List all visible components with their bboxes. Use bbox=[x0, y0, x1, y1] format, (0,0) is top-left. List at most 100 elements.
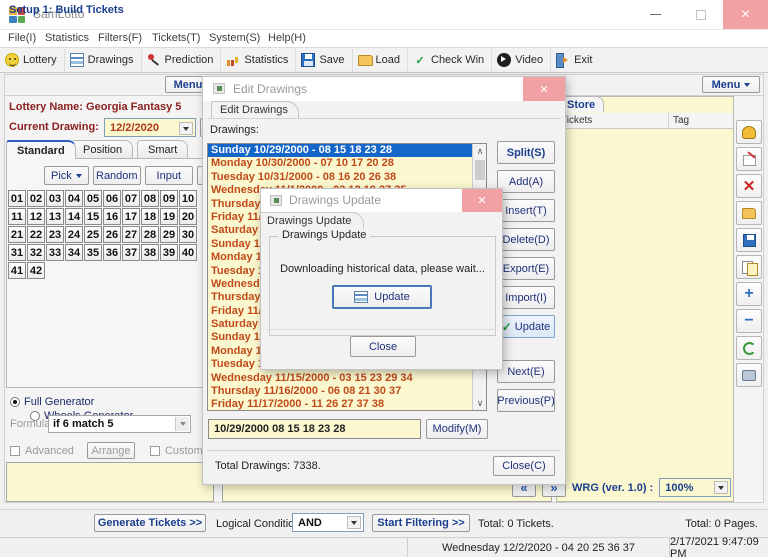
tab-standard[interactable]: Standard bbox=[6, 140, 76, 159]
chevron-down-icon[interactable] bbox=[714, 481, 729, 494]
edit-drawings-close-button[interactable]: × bbox=[523, 77, 565, 101]
custom-wheel-checkbox[interactable] bbox=[149, 445, 160, 456]
add-drawing-button[interactable]: Add(A) bbox=[497, 170, 555, 193]
number-cell-39[interactable]: 39 bbox=[160, 244, 178, 261]
close-window-button[interactable]: × bbox=[723, 0, 768, 29]
maximize-button[interactable] bbox=[678, 0, 723, 29]
drawing-row[interactable]: Tuesday 10/31/2000 - 08 16 20 26 38 bbox=[208, 171, 486, 184]
export-button[interactable]: Export(E) bbox=[497, 257, 555, 280]
refresh-button[interactable] bbox=[736, 336, 762, 360]
number-cell-07[interactable]: 07 bbox=[122, 190, 140, 207]
copy-button[interactable] bbox=[736, 255, 762, 279]
pick-dropdown-button[interactable]: Pick bbox=[44, 166, 89, 185]
number-cell-38[interactable]: 38 bbox=[141, 244, 159, 261]
number-cell-30[interactable]: 30 bbox=[179, 226, 197, 243]
bell-button[interactable] bbox=[736, 120, 762, 144]
print-button[interactable] bbox=[736, 363, 762, 387]
chevron-down-icon[interactable] bbox=[179, 122, 193, 135]
edit-drawings-close-c-button[interactable]: Close(C) bbox=[493, 456, 555, 476]
number-cell-08[interactable]: 08 bbox=[141, 190, 159, 207]
menu-item-system[interactable]: System(S) bbox=[209, 32, 260, 46]
update-button[interactable]: ✓ Update bbox=[497, 315, 555, 338]
start-filtering-button[interactable]: Start Filtering >> bbox=[372, 514, 470, 532]
number-cell-05[interactable]: 05 bbox=[84, 190, 102, 207]
add-button[interactable]: + bbox=[736, 282, 762, 306]
drawing-row[interactable]: Friday 11/17/2000 - 11 26 27 37 38 bbox=[208, 398, 486, 410]
drawing-row[interactable]: Thursday 11/16/2000 - 06 08 21 30 37 bbox=[208, 385, 486, 398]
number-cell-20[interactable]: 20 bbox=[179, 208, 197, 225]
import-button[interactable]: Import(I) bbox=[497, 286, 555, 309]
number-cell-24[interactable]: 24 bbox=[65, 226, 83, 243]
number-cell-19[interactable]: 19 bbox=[160, 208, 178, 225]
number-cell-15[interactable]: 15 bbox=[84, 208, 102, 225]
number-cell-41[interactable]: 41 bbox=[8, 262, 26, 279]
number-cell-31[interactable]: 31 bbox=[8, 244, 26, 261]
number-cell-02[interactable]: 02 bbox=[27, 190, 45, 207]
update-action-button[interactable]: Update bbox=[332, 285, 432, 309]
random-button[interactable]: Random bbox=[92, 166, 141, 185]
number-cell-40[interactable]: 40 bbox=[179, 244, 197, 261]
tab-position[interactable]: Position bbox=[72, 140, 134, 159]
chevron-down-icon[interactable] bbox=[175, 417, 189, 431]
number-cell-32[interactable]: 32 bbox=[27, 244, 45, 261]
current-drawing-select[interactable]: 12/2/2020 bbox=[104, 118, 196, 137]
number-cell-09[interactable]: 09 bbox=[160, 190, 178, 207]
toolbar-statistics-button[interactable]: Statistics bbox=[221, 48, 297, 72]
number-cell-33[interactable]: 33 bbox=[46, 244, 64, 261]
scroll-thumb[interactable] bbox=[475, 160, 485, 180]
input-button[interactable]: Input bbox=[144, 166, 193, 185]
toolbar-save-button[interactable]: Save bbox=[296, 48, 353, 72]
toolbar-load-button[interactable]: Load bbox=[353, 48, 408, 72]
scroll-down-icon[interactable]: ∨ bbox=[473, 396, 486, 410]
drawing-row[interactable]: Sunday 10/29/2000 - 08 15 18 23 28 bbox=[208, 144, 486, 158]
number-cell-01[interactable]: 01 bbox=[8, 190, 26, 207]
number-cell-21[interactable]: 21 bbox=[8, 226, 26, 243]
zoom-select[interactable]: 100% bbox=[659, 478, 732, 497]
advanced-checkbox[interactable] bbox=[10, 445, 20, 456]
number-cell-26[interactable]: 26 bbox=[103, 226, 121, 243]
toolbar-lottery-button[interactable]: Lottery bbox=[0, 48, 65, 72]
number-cell-25[interactable]: 25 bbox=[84, 226, 102, 243]
chevron-down-icon[interactable] bbox=[347, 516, 361, 529]
number-cell-06[interactable]: 06 bbox=[103, 190, 121, 207]
generate-tickets-button[interactable]: Generate Tickets >> bbox=[94, 514, 206, 532]
insert-button[interactable]: Insert(T) bbox=[497, 199, 555, 222]
remove-button[interactable]: − bbox=[736, 309, 762, 333]
toolbar-drawings-button[interactable]: Drawings bbox=[65, 48, 142, 72]
split-button[interactable]: Split(S) bbox=[497, 141, 555, 164]
menu-item-tickets[interactable]: Tickets(T) bbox=[152, 32, 200, 46]
number-cell-18[interactable]: 18 bbox=[141, 208, 159, 225]
number-cell-13[interactable]: 13 bbox=[46, 208, 64, 225]
tickets-menu-button[interactable]: Menu bbox=[702, 76, 760, 93]
drawings-update-close-bottom-button[interactable]: Close bbox=[350, 336, 416, 357]
open-button[interactable] bbox=[736, 201, 762, 225]
tab-smart[interactable]: Smart bbox=[137, 140, 189, 159]
number-cell-03[interactable]: 03 bbox=[46, 190, 64, 207]
number-cell-04[interactable]: 04 bbox=[65, 190, 83, 207]
previous-button[interactable]: Previous(P) bbox=[497, 389, 555, 412]
number-cell-10[interactable]: 10 bbox=[179, 190, 197, 207]
radio-full-generator[interactable]: Full Generator bbox=[10, 396, 94, 408]
number-cell-28[interactable]: 28 bbox=[141, 226, 159, 243]
drawing-edit-input[interactable]: 10/29/2000 08 15 18 23 28 bbox=[208, 419, 421, 439]
drawing-row[interactable]: Wednesday 11/15/2000 - 03 15 23 29 34 bbox=[208, 372, 486, 385]
drawings-update-close-button[interactable]: × bbox=[462, 189, 502, 212]
generator-output-box[interactable] bbox=[6, 462, 214, 502]
arrange-button[interactable]: Arrange bbox=[86, 442, 135, 459]
formula-select[interactable]: if 6 match 5 bbox=[48, 415, 191, 433]
menu-item-filters[interactable]: Filters(F) bbox=[98, 32, 142, 46]
toolbar-video-button[interactable]: Video bbox=[492, 48, 552, 72]
number-cell-23[interactable]: 23 bbox=[46, 226, 64, 243]
toolbar-exit-button[interactable]: Exit bbox=[551, 49, 599, 72]
modify-button[interactable]: Modify(M) bbox=[426, 419, 488, 439]
number-cell-34[interactable]: 34 bbox=[65, 244, 83, 261]
menu-item-statistics[interactable]: Statistics bbox=[45, 32, 89, 46]
toolbar-prediction-button[interactable]: Prediction bbox=[142, 48, 222, 72]
next-button[interactable]: Next(E) bbox=[497, 360, 555, 383]
delete-ticket-button[interactable]: ✕ bbox=[736, 174, 762, 198]
toolbar-checkwin-button[interactable]: ✓ Check Win bbox=[408, 48, 493, 72]
menu-item-help[interactable]: Help(H) bbox=[268, 32, 306, 46]
edit-ticket-button[interactable] bbox=[736, 147, 762, 171]
number-cell-16[interactable]: 16 bbox=[103, 208, 121, 225]
drawing-row[interactable]: Monday 10/30/2000 - 07 10 17 20 28 bbox=[208, 157, 486, 170]
